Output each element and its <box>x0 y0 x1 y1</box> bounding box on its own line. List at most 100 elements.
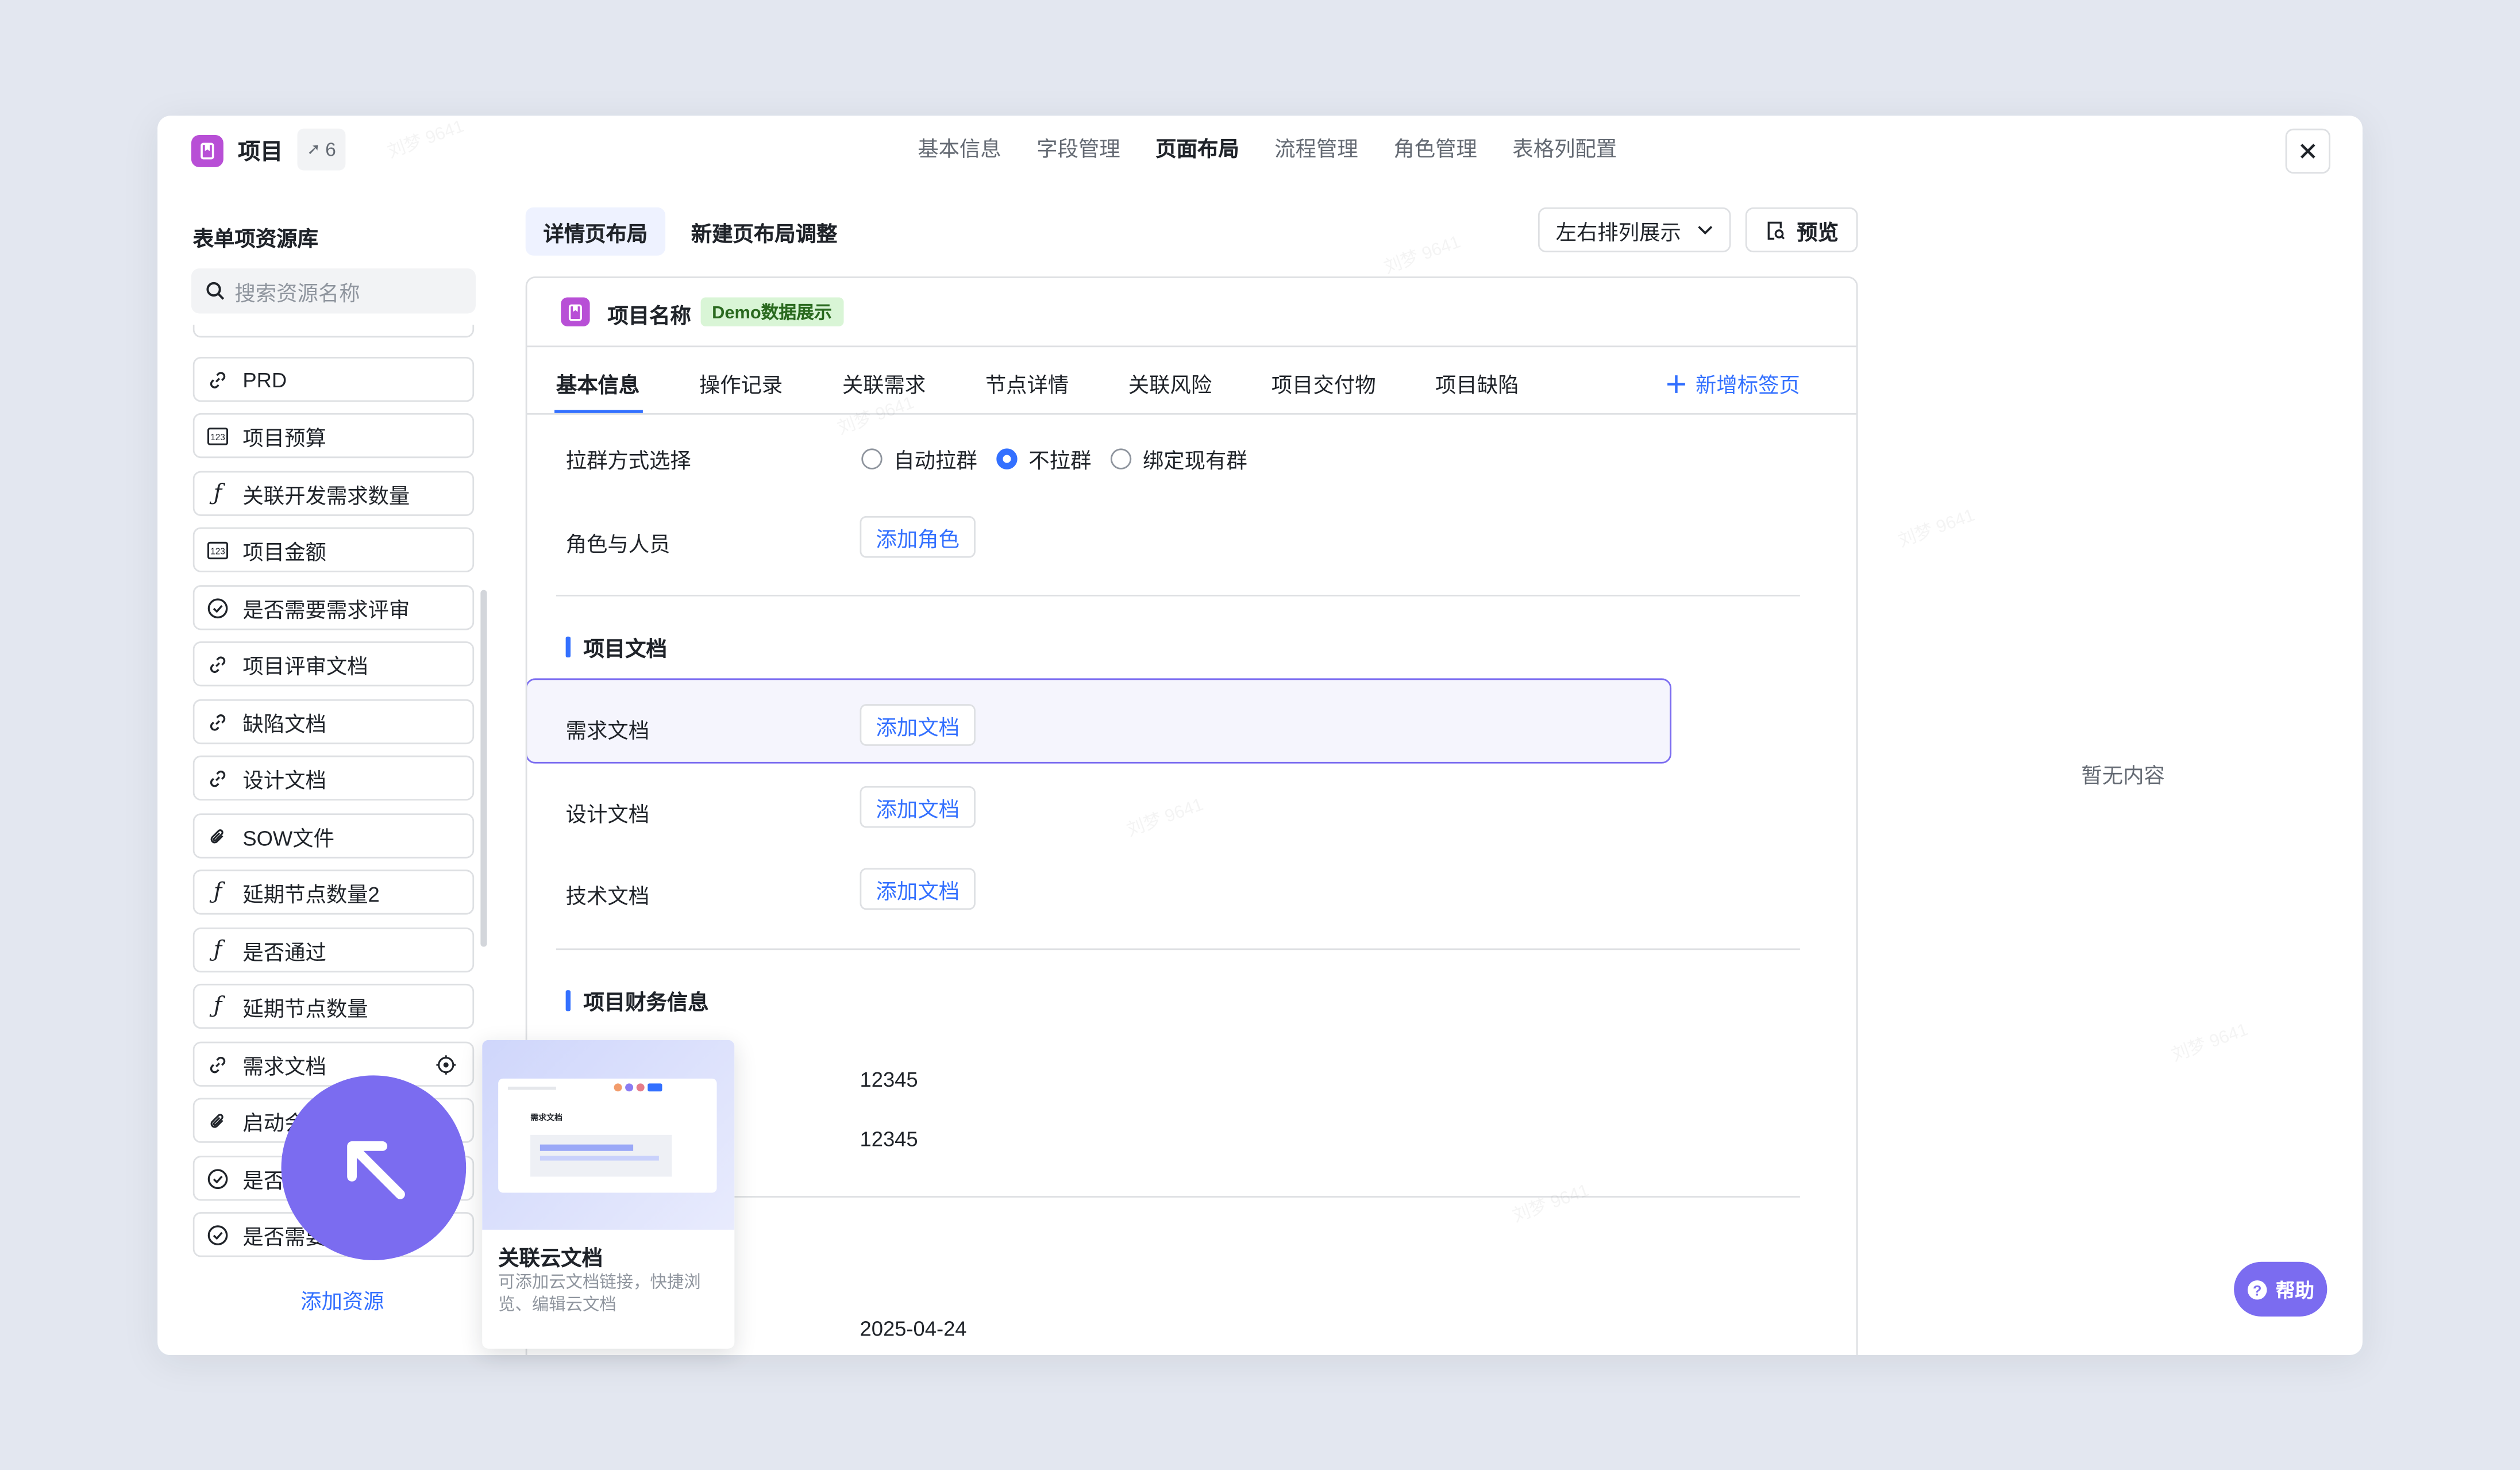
tab-field-management[interactable]: 字段管理 <box>1036 135 1120 164</box>
list-item[interactable]: PRD <box>192 356 475 402</box>
card-tab-basic-info[interactable]: 基本信息 <box>556 368 639 399</box>
selected-field-highlight[interactable] <box>527 678 1672 764</box>
list-item-partial[interactable] <box>192 325 475 338</box>
radio-none[interactable] <box>996 448 1018 470</box>
radio-bind-existing[interactable] <box>1110 448 1132 470</box>
tab-detail-layout[interactable]: 详情页布局 <box>525 207 666 256</box>
list-item-label: 项目评审文档 <box>242 653 368 678</box>
card-tab-node-details[interactable]: 节点详情 <box>985 368 1069 399</box>
tab-new-layout[interactable]: 新建页布局调整 <box>691 207 838 256</box>
close-icon <box>2301 144 2315 159</box>
list-item[interactable]: ƒ 延期节点数量2 <box>192 869 475 915</box>
top-tabs: 基本信息 字段管理 页面布局 流程管理 角色管理 表格列配置 <box>918 135 1617 164</box>
list-item[interactable]: ƒ 延期节点数量 <box>192 983 475 1029</box>
resource-list-scrollbar[interactable] <box>480 590 487 947</box>
list-item-label: 项目金额 <box>242 539 326 564</box>
preview-icon <box>1767 221 1785 239</box>
project-name-title: 项目名称 <box>607 303 691 328</box>
share-count-badge[interactable]: ➚ 6 <box>297 128 346 171</box>
check-circle-icon <box>207 1224 228 1245</box>
tech-doc-label: 技术文档 <box>565 884 650 909</box>
list-item-label: 需求文档 <box>242 1053 326 1078</box>
formula-icon: ƒ <box>213 993 222 1019</box>
thumb-toolbar <box>614 1083 662 1092</box>
card-tab-related-requirements[interactable]: 关联需求 <box>842 368 926 399</box>
list-item-label: 是否 <box>242 1168 285 1192</box>
arrow-up-left-icon <box>346 1140 404 1199</box>
svg-text:?: ? <box>2253 1282 2261 1298</box>
number-icon: 123 <box>207 539 229 560</box>
list-item[interactable]: 项目评审文档 <box>192 641 475 687</box>
locate-icon[interactable] <box>436 1055 456 1080</box>
help-icon: ? <box>2247 1279 2267 1299</box>
list-item-label: 设计文档 <box>242 767 326 792</box>
list-item[interactable]: 是否需要需求评审 <box>192 585 475 630</box>
drag-cursor-indicator <box>281 1075 467 1261</box>
tooltip-preview-thumbnail: 需求文档 <box>482 1040 735 1230</box>
tab-basic-info[interactable]: 基本信息 <box>918 135 1001 164</box>
search-placeholder: 搜索资源名称 <box>234 280 360 305</box>
list-item[interactable]: 设计文档 <box>192 755 475 801</box>
list-item[interactable]: 123 项目预算 <box>192 413 475 459</box>
tab-workflow[interactable]: 流程管理 <box>1274 135 1358 164</box>
tab-table-columns[interactable]: 表格列配置 <box>1512 135 1617 164</box>
help-button[interactable]: ? 帮助 <box>2234 1261 2328 1317</box>
divider <box>527 413 1856 415</box>
tooltip-title: 关联云文档 <box>498 1245 603 1270</box>
link-icon <box>207 1054 228 1075</box>
date-value: 2025-04-24 <box>860 1316 967 1341</box>
list-item[interactable]: 缺陷文档 <box>192 699 475 745</box>
formula-icon: ƒ <box>213 480 222 507</box>
roles-label: 角色与人员 <box>565 532 671 556</box>
add-resource-link[interactable]: 添加资源 <box>300 1284 384 1315</box>
svg-text:123: 123 <box>210 432 225 441</box>
close-button[interactable] <box>2285 128 2330 174</box>
formula-icon: ƒ <box>213 879 222 905</box>
thumb-line <box>507 1086 556 1090</box>
section-title-docs: 项目文档 <box>566 632 666 662</box>
list-item-label: 项目预算 <box>242 425 326 449</box>
list-item-label: 是否需要需求评审 <box>242 597 410 622</box>
add-tab-button[interactable]: 新增标签页 <box>1667 368 1800 399</box>
add-tech-doc-button[interactable]: 添加文档 <box>860 868 976 910</box>
bookmark-icon <box>191 134 224 167</box>
resource-tooltip-card: 需求文档 关联云文档 可添加云文档链接，快捷浏览、编辑云文档 <box>482 1040 735 1349</box>
list-item-label: PRD <box>242 367 287 392</box>
list-item[interactable]: ƒ 是否通过 <box>192 927 475 973</box>
thumb-line <box>540 1144 634 1151</box>
card-tab-related-risks[interactable]: 关联风险 <box>1128 368 1212 399</box>
section-title-finance-text: 项目财务信息 <box>583 990 709 1015</box>
preview-button[interactable]: 预览 <box>1745 207 1858 253</box>
list-item-hovered[interactable]: 需求文档 <box>192 1041 475 1087</box>
list-item-label: 关联开发需求数量 <box>242 483 410 507</box>
list-item[interactable]: ƒ 关联开发需求数量 <box>192 471 475 516</box>
share-count: 6 <box>325 138 336 161</box>
add-role-button[interactable]: 添加角色 <box>860 515 976 558</box>
link-icon <box>207 653 228 674</box>
card-tab-operation-log[interactable]: 操作记录 <box>699 368 783 399</box>
formula-icon: ƒ <box>213 937 222 963</box>
list-item[interactable]: 123 项目金额 <box>192 527 475 572</box>
arrangement-value: 左右排列展示 <box>1555 219 1681 244</box>
tab-page-layout[interactable]: 页面布局 <box>1155 135 1239 164</box>
group-chat-label: 拉群方式选择 <box>565 448 691 473</box>
tab-roles[interactable]: 角色管理 <box>1393 135 1477 164</box>
demo-data-badge: Demo数据展示 <box>700 297 843 326</box>
arrangement-select[interactable]: 左右排列展示 <box>1538 207 1731 253</box>
bookmark-icon <box>561 297 590 326</box>
resource-search-input[interactable]: 搜索资源名称 <box>191 268 476 314</box>
add-requirement-doc-button[interactable]: 添加文档 <box>860 704 976 746</box>
add-design-doc-button[interactable]: 添加文档 <box>860 786 976 828</box>
card-tab-defects[interactable]: 项目缺陷 <box>1435 368 1519 399</box>
list-item[interactable]: SOW文件 <box>192 813 475 859</box>
section-title-finance: 项目财务信息 <box>566 986 709 1016</box>
check-circle-icon <box>207 1168 228 1188</box>
radio-auto[interactable] <box>861 448 883 470</box>
radio-label: 绑定现有群 <box>1142 448 1247 473</box>
preview-label: 预览 <box>1797 219 1839 244</box>
card-tab-deliverables[interactable]: 项目交付物 <box>1271 368 1376 399</box>
help-label: 帮助 <box>2275 1279 2314 1302</box>
divider <box>556 1196 1800 1198</box>
finance-value: 12345 <box>860 1067 918 1092</box>
divider <box>556 594 1800 597</box>
